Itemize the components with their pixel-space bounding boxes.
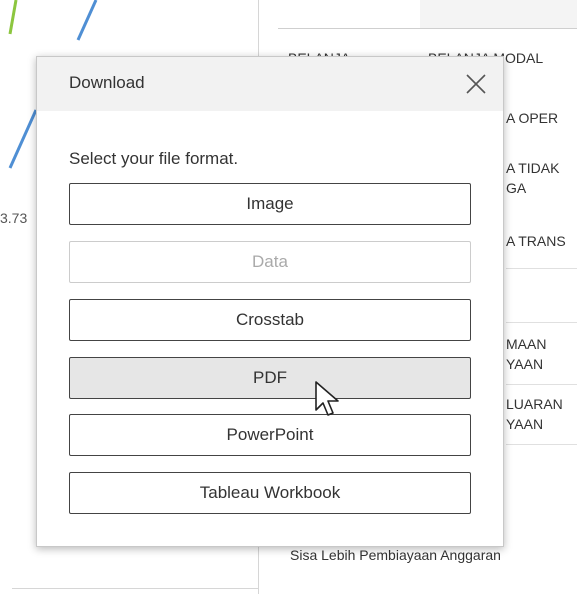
table-rule xyxy=(506,268,577,269)
table-row-label: A OPER xyxy=(506,110,559,126)
dialog-title: Download xyxy=(69,73,145,92)
image-button[interactable]: Image xyxy=(69,183,471,225)
table-row-label: A TIDAK xyxy=(506,160,560,176)
table-rule xyxy=(506,444,577,445)
crosstab-button[interactable]: Crosstab xyxy=(69,299,471,341)
table-row-label: GA xyxy=(506,180,527,196)
table-rule xyxy=(506,322,577,323)
chart-blue-line-lower xyxy=(8,109,38,169)
chart-axis-value: 3.73 xyxy=(0,210,28,226)
chart-green-line xyxy=(8,0,18,35)
dialog-header: Download xyxy=(37,57,503,111)
table-footer-label: Sisa Lebih Pembiayaan Anggaran xyxy=(290,547,501,563)
table-row-label: MAAN xyxy=(506,336,547,352)
table-row-label: LUARAN xyxy=(506,396,563,412)
close-button[interactable] xyxy=(463,71,489,97)
table-row-label: YAAN xyxy=(506,416,544,432)
table-header-rule xyxy=(278,28,577,29)
table-row-label: A TRANS xyxy=(506,233,566,249)
chart-bottom-rule xyxy=(12,588,258,589)
powerpoint-button[interactable]: PowerPoint xyxy=(69,414,471,456)
table-row-label: YAAN xyxy=(506,356,544,372)
download-dialog: Download Select your file format. Image … xyxy=(36,56,504,547)
table-header-band xyxy=(420,0,577,28)
table-rule xyxy=(506,384,577,385)
data-button: Data xyxy=(69,241,471,283)
chart-blue-line-upper xyxy=(76,0,98,41)
screen: 3.73 BELANJA BELANJA MODAL A OPER A TIDA… xyxy=(0,0,577,594)
close-x-icon xyxy=(466,74,486,94)
pdf-button[interactable]: PDF xyxy=(69,357,471,399)
tableau-workbook-button[interactable]: Tableau Workbook xyxy=(69,472,471,514)
format-prompt: Select your file format. xyxy=(69,149,239,168)
